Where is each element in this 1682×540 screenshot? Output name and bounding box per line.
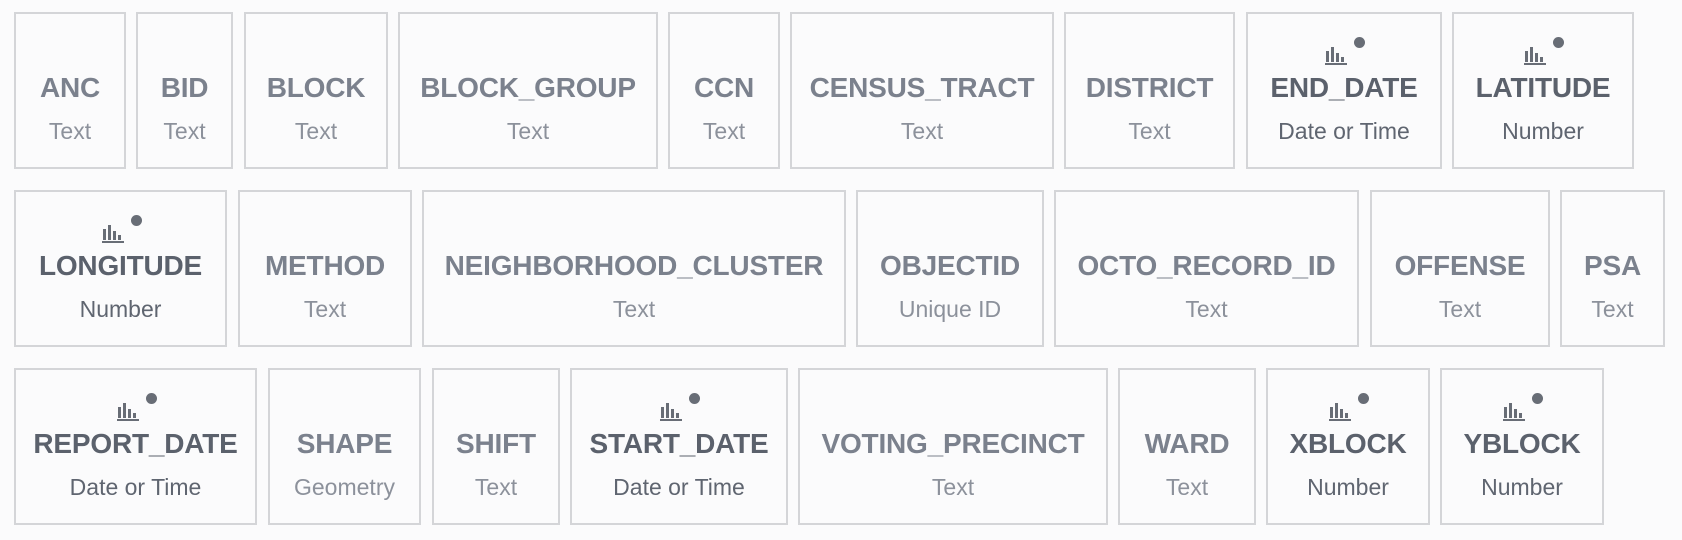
column-card-end-date[interactable]: END_DATE Date or Time — [1246, 12, 1442, 169]
column-type: Text — [506, 118, 550, 144]
column-name: SHAPE — [296, 428, 393, 459]
column-name: CCN — [693, 72, 755, 103]
analysis-indicator — [1248, 36, 1440, 66]
column-type: Text — [1591, 296, 1634, 322]
analysis-indicator — [16, 214, 225, 244]
column-type: Text — [1128, 118, 1171, 144]
dot-icon — [145, 393, 157, 404]
column-type: Date or Time — [1278, 118, 1410, 144]
column-card-psa[interactable]: PSA Text — [1560, 190, 1665, 347]
column-type: Unique ID — [898, 296, 1002, 322]
analysis-indicator — [1454, 36, 1632, 66]
analysis-indicator — [572, 392, 786, 422]
column-type: Number — [1502, 118, 1584, 144]
column-type: Text — [294, 118, 338, 144]
column-name: DISTRICT — [1085, 72, 1214, 103]
column-card-neighborhood-cluster[interactable]: NEIGHBORHOOD_CLUSTER Text — [422, 190, 846, 347]
column-name: BLOCK_GROUP — [420, 72, 636, 103]
column-card-shape[interactable]: SHAPE Geometry — [268, 368, 421, 525]
column-name: CENSUS_TRACT — [809, 72, 1035, 103]
column-card-grid: ANC Text BID Text BLOCK Text BLOCK_GROUP… — [0, 0, 1682, 540]
column-card-district[interactable]: DISTRICT Text — [1064, 12, 1235, 169]
column-card-latitude[interactable]: LATITUDE Number — [1452, 12, 1634, 169]
column-card-shift[interactable]: SHIFT Text — [432, 368, 560, 525]
column-name: NEIGHBORHOOD_CLUSTER — [444, 250, 824, 281]
column-type: Number — [79, 296, 162, 322]
column-card-anc[interactable]: ANC Text — [14, 12, 126, 169]
column-card-octo-record-id[interactable]: OCTO_RECORD_ID Text — [1054, 190, 1359, 347]
column-card-method[interactable]: METHOD Text — [238, 190, 412, 347]
column-type: Text — [1438, 296, 1482, 322]
column-card-bid[interactable]: BID Text — [136, 12, 233, 169]
column-name: END_DATE — [1270, 72, 1418, 103]
bar-chart-icon — [660, 403, 682, 421]
column-name: LONGITUDE — [38, 250, 203, 281]
column-name: WARD — [1144, 428, 1230, 459]
dot-icon — [1354, 37, 1365, 48]
column-card-objectid[interactable]: OBJECTID Unique ID — [856, 190, 1044, 347]
column-card-voting-precinct[interactable]: VOTING_PRECINCT Text — [798, 368, 1108, 525]
dot-icon — [1553, 37, 1564, 48]
column-type: Text — [1165, 474, 1209, 500]
column-card-block-group[interactable]: BLOCK_GROUP Text — [398, 12, 658, 169]
column-name: YBLOCK — [1463, 428, 1581, 459]
column-name: VOTING_PRECINCT — [821, 428, 1085, 459]
column-card-offense[interactable]: OFFENSE Text — [1370, 190, 1550, 347]
column-card-yblock[interactable]: YBLOCK Number — [1440, 368, 1604, 525]
analysis-indicator — [16, 392, 255, 422]
dot-icon — [689, 393, 700, 404]
column-type: Text — [163, 118, 206, 144]
bar-chart-icon — [1503, 403, 1525, 421]
column-type: Text — [474, 474, 518, 500]
column-name: OFFENSE — [1394, 250, 1526, 281]
bar-chart-icon — [1524, 47, 1546, 65]
column-card-block[interactable]: BLOCK Text — [244, 12, 388, 169]
column-card-ccn[interactable]: CCN Text — [668, 12, 780, 169]
column-card-census-tract[interactable]: CENSUS_TRACT Text — [790, 12, 1054, 169]
analysis-indicator — [1268, 392, 1428, 422]
column-type: Number — [1481, 474, 1563, 500]
column-type: Text — [900, 118, 944, 144]
bar-chart-icon — [101, 225, 124, 243]
column-card-report-date[interactable]: REPORT_DATE Date or Time — [14, 368, 257, 525]
column-type: Text — [702, 118, 746, 144]
column-name: METHOD — [264, 250, 386, 281]
column-type: Text — [303, 296, 347, 322]
column-type: Geometry — [294, 474, 395, 500]
column-card-longitude[interactable]: LONGITUDE Number — [14, 190, 227, 347]
column-card-ward[interactable]: WARD Text — [1118, 368, 1256, 525]
column-name: REPORT_DATE — [33, 428, 238, 459]
bar-chart-icon — [1329, 403, 1351, 421]
dot-icon — [1358, 393, 1369, 404]
column-type: Number — [1307, 474, 1389, 500]
column-type: Text — [1185, 296, 1228, 322]
dot-icon — [1532, 393, 1543, 404]
column-name: BID — [160, 72, 209, 103]
column-name: ANC — [39, 72, 101, 103]
column-name: OCTO_RECORD_ID — [1077, 250, 1336, 281]
column-type: Date or Time — [69, 474, 202, 500]
column-type: Text — [931, 474, 975, 500]
column-card-xblock[interactable]: XBLOCK Number — [1266, 368, 1430, 525]
column-name: XBLOCK — [1289, 428, 1407, 459]
column-type: Text — [48, 118, 92, 144]
column-name: LATITUDE — [1475, 72, 1611, 103]
column-name: PSA — [1584, 250, 1641, 281]
column-type: Text — [612, 296, 656, 322]
column-type: Date or Time — [613, 474, 745, 500]
bar-chart-icon — [1325, 47, 1347, 65]
column-name: SHIFT — [456, 428, 536, 459]
column-name: OBJECTID — [880, 250, 1020, 281]
dot-icon — [130, 215, 142, 226]
analysis-indicator — [1442, 392, 1602, 422]
bar-chart-icon — [116, 403, 139, 421]
column-card-start-date[interactable]: START_DATE Date or Time — [570, 368, 788, 525]
column-name: BLOCK — [266, 72, 366, 103]
column-name: START_DATE — [589, 428, 769, 459]
